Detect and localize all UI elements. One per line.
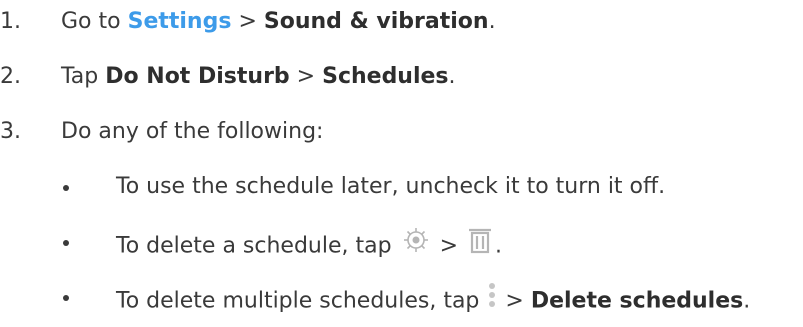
step-text-suffix: . (488, 9, 496, 34)
bullet-text-prefix: To delete a schedule, tap (116, 233, 399, 259)
separator: > (498, 288, 531, 314)
bullet-dot (63, 185, 69, 191)
gear-icon (399, 226, 433, 263)
bullet-text: To delete a schedule, tap > . (116, 227, 502, 266)
step-number: 1. (0, 9, 21, 34)
step-text: Do any of the following: (61, 119, 324, 144)
separator: > (432, 233, 465, 259)
trash-icon (465, 225, 495, 264)
settings-link[interactable]: Settings (128, 9, 232, 34)
bullet-dot (63, 240, 69, 246)
more-vertical-icon (486, 280, 498, 319)
bullet-text-suffix: . (743, 288, 751, 314)
step-text: Go to Settings > Sound & vibration. (61, 7, 496, 37)
do-not-disturb-label: Do Not Disturb (105, 64, 290, 89)
bullet-text: To use the schedule later, uncheck it to… (116, 174, 666, 199)
step-number: 2. (0, 64, 21, 89)
bullet-text-prefix: To delete multiple schedules, tap (116, 288, 487, 314)
step-text-suffix: . (448, 64, 456, 89)
bullet-text: To delete multiple schedules, tap > Dele… (116, 282, 750, 321)
delete-schedules-label: Delete schedules (530, 288, 744, 314)
step-text: Tap Do Not Disturb > Schedules. (61, 62, 456, 92)
bullet-text-suffix: . (495, 233, 502, 259)
sound-vibration-label: Sound & vibration (263, 9, 489, 34)
separator: > (289, 64, 323, 89)
bullet-dot (63, 295, 69, 301)
step-text-prefix: Go to (61, 9, 128, 34)
step-text-prefix: Tap (61, 64, 106, 89)
schedules-label: Schedules (322, 64, 449, 89)
step-number: 3. (0, 119, 21, 144)
separator: > (231, 9, 264, 34)
